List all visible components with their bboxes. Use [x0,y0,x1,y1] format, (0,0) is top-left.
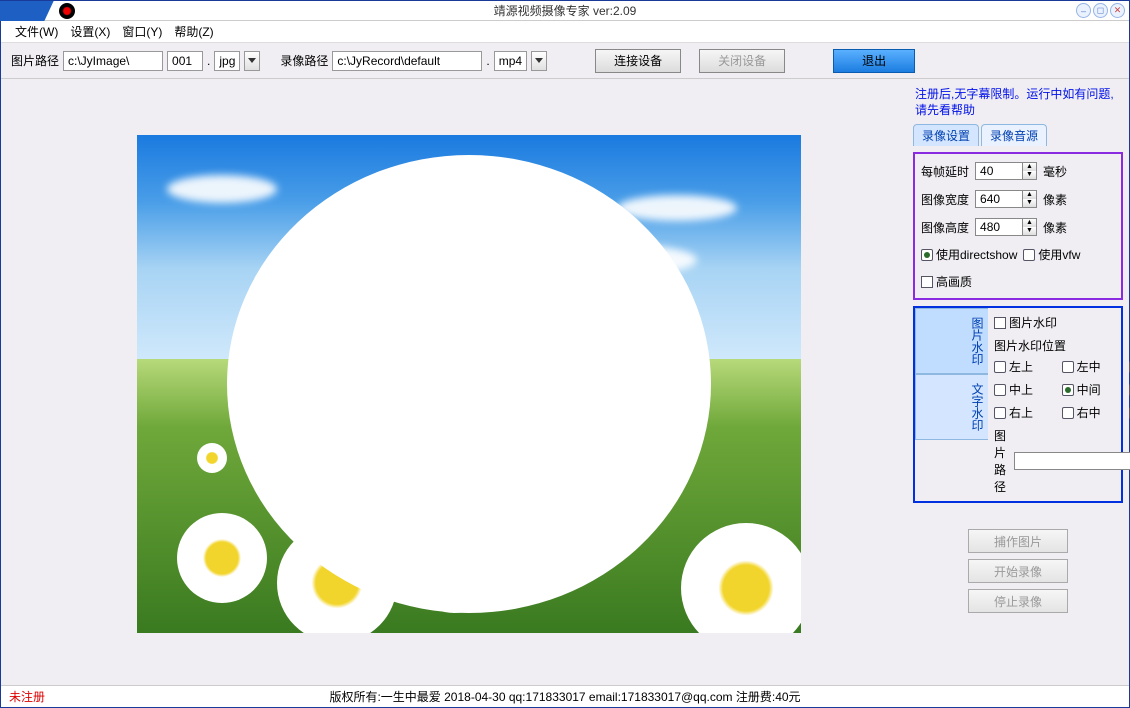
tab-record-audio[interactable]: 录像音源 [981,124,1047,146]
image-height-label: 图像高度 [921,219,969,236]
app-window: 靖源视频摄像专家 ver:2.09 – ◻ ✕ 文件(W) 设置(X) 窗口(Y… [0,0,1130,708]
frame-delay-up[interactable]: ▲ [1023,163,1036,171]
image-path-input[interactable] [63,51,163,71]
titlebar: 靖源视频摄像专家 ver:2.09 – ◻ ✕ [1,1,1129,21]
record-path-input[interactable] [332,51,482,71]
pos-tl[interactable]: 左上 [994,358,1052,375]
app-icon [59,3,75,19]
side-panel: 注册后,无字幕限制。运行中如有问题,请先看帮助 录像设置 录像音源 每帧延时 ▲… [913,79,1129,685]
status-unregistered: 未注册 [9,688,45,705]
height-up[interactable]: ▲ [1023,219,1036,227]
action-buttons: 捕作图片 开始录像 停止录像 [913,529,1123,613]
capture-image-button[interactable]: 捕作图片 [968,529,1068,553]
pos-ml[interactable]: 中上 [994,381,1052,398]
window-title: 靖源视频摄像专家 ver:2.09 [494,2,637,19]
frame-delay-down[interactable]: ▼ [1023,171,1036,179]
preview-image [137,135,801,633]
statusbar: 未注册 版权所有:一生中最爱 2018-04-30 qq:171833017 e… [1,685,1129,707]
connect-device-button[interactable]: 连接设备 [595,49,681,73]
height-down[interactable]: ▼ [1023,227,1036,235]
image-ext-dropdown[interactable] [244,51,260,71]
close-button[interactable]: ✕ [1110,3,1125,18]
image-path-label: 图片路径 [11,52,59,69]
menu-help[interactable]: 帮助(Z) [174,23,213,40]
preview-pane [1,79,913,685]
tab-record-settings[interactable]: 录像设置 [913,124,979,146]
watermark-path-input[interactable] [1014,452,1130,470]
menu-file[interactable]: 文件(W) [15,23,58,40]
exit-button[interactable]: 退出 [833,49,915,73]
radio-directshow[interactable]: 使用directshow [921,246,1017,263]
start-record-button[interactable]: 开始录像 [968,559,1068,583]
radio-vfw[interactable]: 使用vfw [1023,246,1080,263]
toolbar: 图片路径 . jpg 录像路径 . mp4 连接设备 关闭设备 退出 [1,43,1129,79]
pos-tc[interactable]: 左中 [1062,358,1120,375]
pos-bc[interactable]: 右中 [1062,404,1120,421]
watermark-position-label: 图片水印位置 [994,337,1130,354]
record-path-label: 录像路径 [280,52,328,69]
checkbox-image-watermark[interactable]: 图片水印 [994,314,1057,331]
menu-settings[interactable]: 设置(X) [70,23,110,40]
vtab-text-watermark[interactable]: 文字水印 [915,374,988,440]
frame-delay-label: 每帧延时 [921,163,969,180]
frame-delay-input[interactable] [975,162,1023,180]
stop-record-button[interactable]: 停止录像 [968,589,1068,613]
watermark-position-grid: 左上 左中 左下 中上 中间 中下 右上 右中 右下 [994,358,1130,421]
image-width-input[interactable] [975,190,1023,208]
status-copyright: 版权所有:一生中最爱 2018-04-30 qq:171833017 email… [329,688,800,705]
minimize-button[interactable]: – [1076,3,1091,18]
titlebar-decoration [1,1,49,21]
width-down[interactable]: ▼ [1023,199,1036,207]
image-width-label: 图像宽度 [921,191,969,208]
menubar: 文件(W) 设置(X) 窗口(Y) 帮助(Z) [1,21,1129,43]
image-ext: jpg [214,51,240,71]
record-ext-dropdown[interactable] [531,51,547,71]
watermark-path-label: 图片路径 [994,427,1012,495]
mask-ellipse [227,155,711,613]
pos-mc[interactable]: 中间 [1062,381,1120,398]
checkbox-high-quality[interactable]: 高画质 [921,273,972,290]
pos-bl[interactable]: 右上 [994,404,1052,421]
record-settings-panel: 每帧延时 ▲▼ 毫秒 图像宽度 ▲▼ 像素 图像高度 [913,152,1123,300]
settings-tabs: 录像设置 录像音源 [913,124,1123,146]
registration-notice: 注册后,无字幕限制。运行中如有问题,请先看帮助 [913,83,1123,118]
image-height-input[interactable] [975,218,1023,236]
body-area: 注册后,无字幕限制。运行中如有问题,请先看帮助 录像设置 录像音源 每帧延时 ▲… [1,79,1129,685]
image-seq-input[interactable] [167,51,203,71]
menu-window[interactable]: 窗口(Y) [122,23,162,40]
record-ext: mp4 [494,51,527,71]
watermark-panel: 图片水印 文字水印 图片水印 图片水印位置 左上 左中 左下 中上 中间 中下 [913,306,1123,503]
maximize-button[interactable]: ◻ [1093,3,1108,18]
vtab-image-watermark[interactable]: 图片水印 [915,308,988,374]
close-device-button: 关闭设备 [699,49,785,73]
width-up[interactable]: ▲ [1023,191,1036,199]
